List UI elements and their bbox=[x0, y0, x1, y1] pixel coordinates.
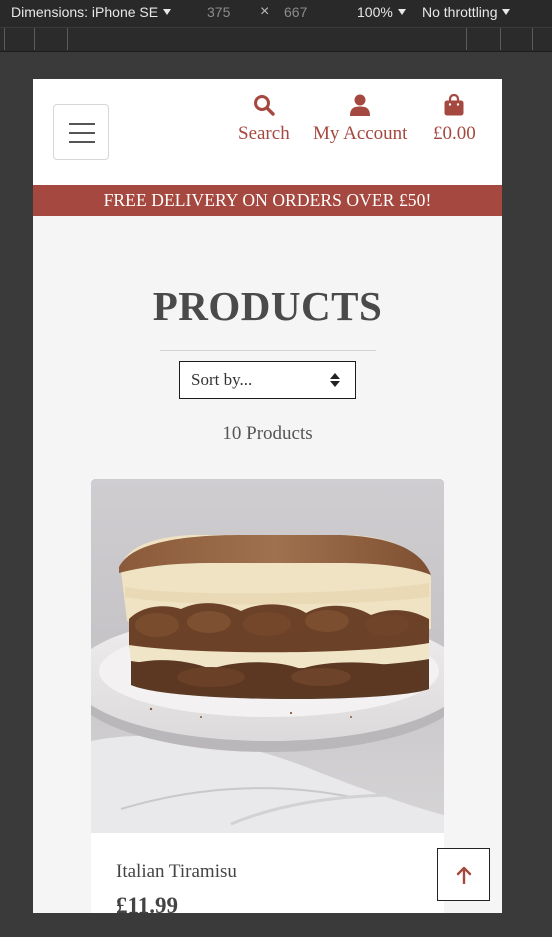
throttling-label: No throttling bbox=[422, 4, 498, 20]
device-dropdown[interactable]: Dimensions: iPhone SE bbox=[11, 4, 172, 20]
product-name[interactable]: Italian Tiramisu bbox=[116, 861, 237, 883]
promo-banner: FREE DELIVERY ON ORDERS OVER £50! bbox=[33, 185, 502, 216]
product-card[interactable]: Italian Tiramisu £11.99 bbox=[91, 479, 444, 913]
back-to-top-button[interactable] bbox=[437, 848, 490, 901]
device-label: Dimensions: iPhone SE bbox=[11, 4, 159, 20]
search-label: Search bbox=[238, 123, 290, 144]
title-divider bbox=[160, 350, 376, 351]
media-query-ruler bbox=[0, 28, 552, 52]
hamburger-icon-line bbox=[69, 141, 95, 143]
ruler-tick bbox=[500, 28, 501, 50]
hamburger-icon bbox=[69, 123, 95, 125]
ruler-tick bbox=[466, 28, 467, 50]
devtools-toolbar: Dimensions: iPhone SE 375 × 667 100% No … bbox=[0, 0, 552, 27]
account-link[interactable]: My Account bbox=[313, 94, 407, 145]
sort-select[interactable]: Sort by... bbox=[179, 361, 356, 399]
chevron-down-icon bbox=[502, 9, 511, 15]
site-header: Search My Account £0.00 bbox=[33, 79, 502, 185]
ruler-tick bbox=[34, 28, 35, 50]
search-link[interactable]: Search bbox=[238, 94, 290, 145]
product-count: 10 Products bbox=[222, 423, 313, 444]
tiramisu-image bbox=[91, 479, 444, 833]
ruler-tick bbox=[4, 28, 5, 50]
chevron-down-icon bbox=[163, 9, 172, 15]
ruler-tick bbox=[67, 28, 68, 50]
chevron-down-icon bbox=[397, 9, 406, 15]
cart-link[interactable]: £0.00 bbox=[433, 94, 476, 145]
dimension-separator: × bbox=[260, 3, 270, 20]
height-input[interactable]: 667 bbox=[284, 4, 307, 20]
menu-toggle-button[interactable] bbox=[53, 104, 109, 160]
search-icon bbox=[253, 95, 275, 116]
product-price: £11.99 bbox=[116, 893, 178, 913]
sort-select-value: Sort by... bbox=[191, 370, 253, 389]
device-viewport: Search My Account £0.00 FREE DELIVERY ON… bbox=[33, 79, 502, 913]
arrow-up-icon bbox=[456, 866, 471, 884]
account-label: My Account bbox=[313, 123, 408, 144]
shopping-bag-icon bbox=[444, 94, 464, 116]
sort-arrows-icon bbox=[330, 373, 340, 387]
page-title: PRODUCTS bbox=[152, 283, 383, 329]
zoom-dropdown[interactable]: 100% bbox=[357, 4, 406, 20]
zoom-label: 100% bbox=[357, 4, 393, 20]
user-icon bbox=[350, 94, 371, 116]
ruler-tick bbox=[532, 28, 533, 50]
product-image[interactable] bbox=[91, 479, 444, 833]
cart-total: £0.00 bbox=[433, 123, 476, 144]
width-input[interactable]: 375 bbox=[207, 4, 230, 20]
throttling-dropdown[interactable]: No throttling bbox=[422, 4, 511, 20]
hamburger-icon-line bbox=[69, 132, 95, 134]
